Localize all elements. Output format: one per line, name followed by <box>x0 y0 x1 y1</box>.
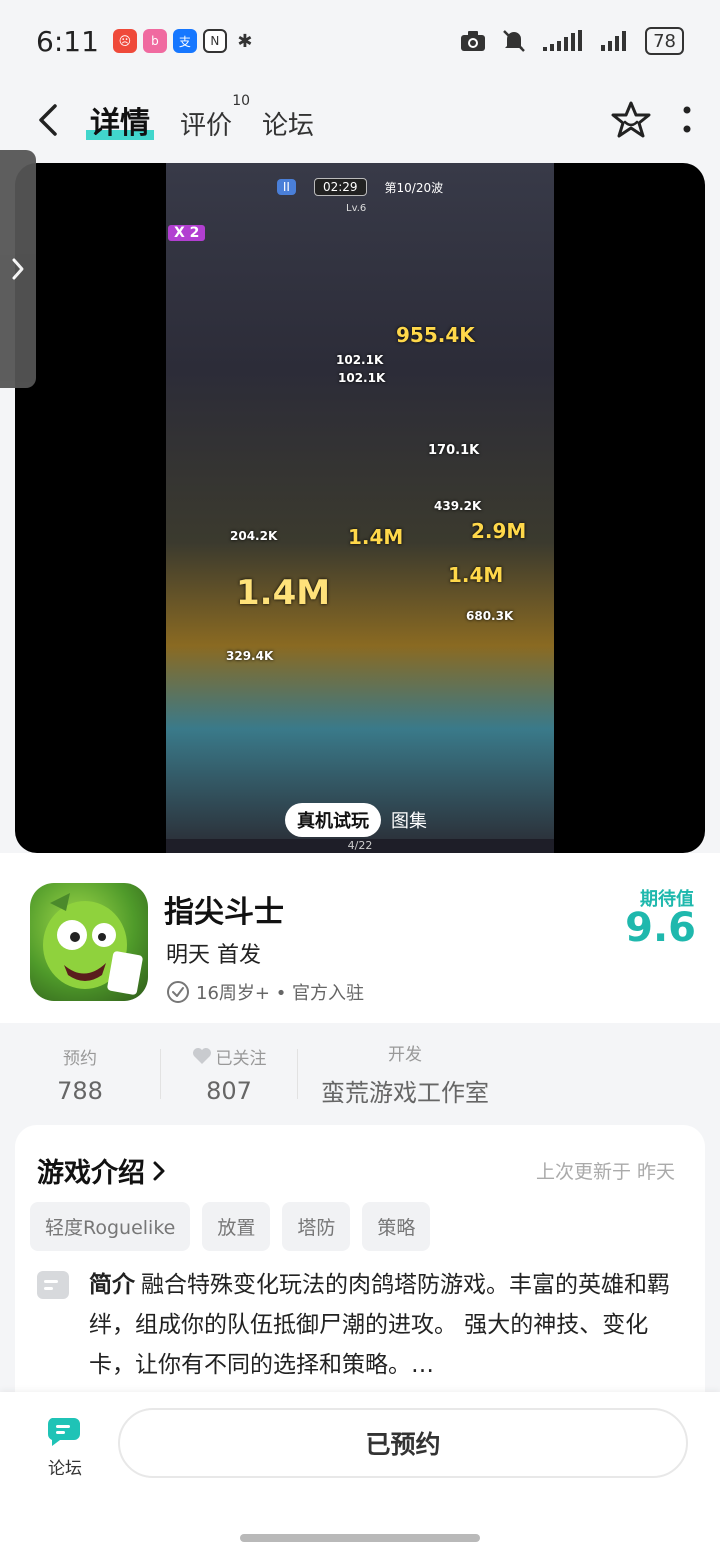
alipay-icon: 支 <box>172 29 197 53</box>
screenshot-level: Lv.6 <box>346 203 367 214</box>
summary-text: 简介 融合特殊变化玩法的肉鸽塔防游戏。丰富的英雄和羁绊，组成你的队伍抵御尸潮的进攻… <box>89 1265 677 1385</box>
tab-reviews-label: 评价 <box>180 111 233 141</box>
nfc-icon: N <box>202 29 227 53</box>
chevron-right-icon <box>153 1161 165 1180</box>
bottom-action-bar: 论坛 已预约 <box>0 1392 720 1554</box>
tag[interactable]: 策略 <box>362 1202 431 1251</box>
bilibili-icon: b <box>142 29 167 53</box>
intro-title-text: 游戏介绍 <box>37 1158 145 1189</box>
media-controls: 真机试玩 图集 <box>285 803 427 837</box>
bluetooth-icon: ✱ <box>237 30 253 52</box>
forum-button[interactable]: 论坛 <box>30 1414 100 1479</box>
stat-label: 开发 <box>388 1045 422 1065</box>
damage-number: 1.4M <box>348 525 404 549</box>
stat-value: 788 <box>57 1076 103 1105</box>
damage-number: 102.1K <box>336 353 384 367</box>
tag[interactable]: 塔防 <box>282 1202 351 1251</box>
stat-label: 预约 <box>63 1048 97 1069</box>
stat-developer[interactable]: 开发 蛮荒游戏工作室 <box>298 1040 512 1108</box>
tab-bar: 详情 评价 10 论坛 <box>86 93 314 142</box>
screenshot-progress: 4/22 <box>166 839 554 853</box>
reserved-button[interactable]: 已预约 <box>118 1408 688 1478</box>
verified-check-icon <box>167 981 189 1003</box>
mute-icon <box>503 30 525 52</box>
home-indicator[interactable] <box>240 1534 480 1542</box>
game-title: 指尖斗士 <box>164 895 284 930</box>
summary-block[interactable]: 简介 融合特殊变化玩法的肉鸽塔防游戏。丰富的英雄和羁绊，组成你的队伍抵御尸潮的进攻… <box>37 1265 677 1385</box>
status-bar: 6:11 ☹ b 支 N ✱ 78 <box>0 0 720 82</box>
damage-number: 1.4M <box>448 563 504 587</box>
status-time: 6:11 <box>36 24 99 58</box>
game-intro-card: 游戏介绍 上次更新于 昨天 轻度Roguelike 放置 塔防 策略 简介 融合特… <box>15 1125 705 1425</box>
tab-forum[interactable]: 论坛 <box>262 105 314 142</box>
game-meta: 16周岁+ • 官方入驻 <box>166 979 364 1005</box>
tag-list: 轻度Roguelike 放置 塔防 策略 <box>30 1202 431 1251</box>
stat-label: 已关注 <box>192 1044 267 1069</box>
battery-indicator: 78 <box>645 27 684 55</box>
stat-value: 807 <box>206 1076 252 1105</box>
forum-label: 论坛 <box>48 1459 82 1479</box>
expect-score: 9.6 <box>625 905 696 951</box>
forum-chat-icon <box>47 1418 80 1446</box>
stat-reservations: 预约 788 <box>0 1044 160 1105</box>
stats-row: 预约 788 已关注 807 开发 蛮荒游戏工作室 <box>0 1024 720 1124</box>
damage-number: 2.9M <box>471 519 527 543</box>
last-updated: 上次更新于 昨天 <box>535 1161 675 1183</box>
stat-label-text: 已关注 <box>215 1048 267 1069</box>
media-preview[interactable]: II 02:29 第10/20波 Lv.6 X 2 955.4K 102.1K … <box>15 163 705 853</box>
tab-details[interactable]: 详情 <box>86 98 154 142</box>
back-icon[interactable] <box>28 100 68 140</box>
screenshot-hud: II 02:29 第10/20波 <box>166 173 554 201</box>
game-screenshot: II 02:29 第10/20波 Lv.6 X 2 955.4K 102.1K … <box>166 163 554 853</box>
screenshot-timer: 02:29 <box>313 178 367 196</box>
damage-number: 329.4K <box>226 649 274 663</box>
intro-title[interactable]: 游戏介绍 <box>37 1151 167 1190</box>
release-info: 明天 首发 <box>166 943 261 968</box>
side-expand-handle[interactable] <box>0 150 36 388</box>
screenshot-multiplier: X 2 <box>168 225 206 241</box>
signal-icon-1 <box>543 30 583 51</box>
notification-app-icon: ☹ <box>112 29 137 53</box>
damage-number: 439.2K <box>434 499 482 513</box>
tab-reviews[interactable]: 评价 10 <box>180 93 250 142</box>
tag[interactable]: 轻度Roguelike <box>30 1202 191 1251</box>
app-header: 详情 评价 10 论坛 <box>0 82 720 158</box>
damage-number: 102.1K <box>338 371 386 385</box>
signal-icon-2 <box>601 31 627 51</box>
damage-number: 204.2K <box>230 529 278 543</box>
more-menu-icon[interactable] <box>682 105 692 135</box>
summary-label: 简介 <box>89 1272 135 1298</box>
summary-body: 融合特殊变化玩法的肉鸽塔防游戏。丰富的英雄和羁绊，组成你的队伍抵御尸潮的进攻。 … <box>89 1272 670 1378</box>
damage-number: 680.3K <box>466 609 514 623</box>
star-favorite-icon[interactable] <box>610 100 652 140</box>
stat-followers[interactable]: 已关注 807 <box>161 1044 297 1105</box>
camera-icon <box>461 31 486 51</box>
developer-name: 蛮荒游戏工作室 <box>321 1079 489 1107</box>
game-info: 指尖斗士 明天 首发 16周岁+ • 官方入驻 期待值 9.6 <box>0 853 720 1023</box>
heart-icon <box>192 1048 211 1064</box>
status-notification-icons: ☹ b 支 N ✱ <box>112 29 257 53</box>
status-right: 78 <box>459 27 684 55</box>
screenshot-wave: 第10/20波 <box>384 180 444 195</box>
trial-play-button[interactable]: 真机试玩 <box>285 803 381 837</box>
tag[interactable]: 放置 <box>202 1202 271 1251</box>
game-app-icon <box>30 883 148 1001</box>
pause-icon: II <box>276 179 296 195</box>
document-icon <box>37 1271 69 1299</box>
damage-number: 170.1K <box>428 443 480 458</box>
age-rating-text: 16周岁+ • 官方入驻 <box>196 983 365 1004</box>
chevron-right-icon <box>12 258 24 280</box>
damage-number: 1.4M <box>236 573 331 613</box>
review-count-badge: 10 <box>232 93 251 109</box>
gallery-button[interactable]: 图集 <box>391 807 427 833</box>
damage-number: 955.4K <box>396 323 475 347</box>
